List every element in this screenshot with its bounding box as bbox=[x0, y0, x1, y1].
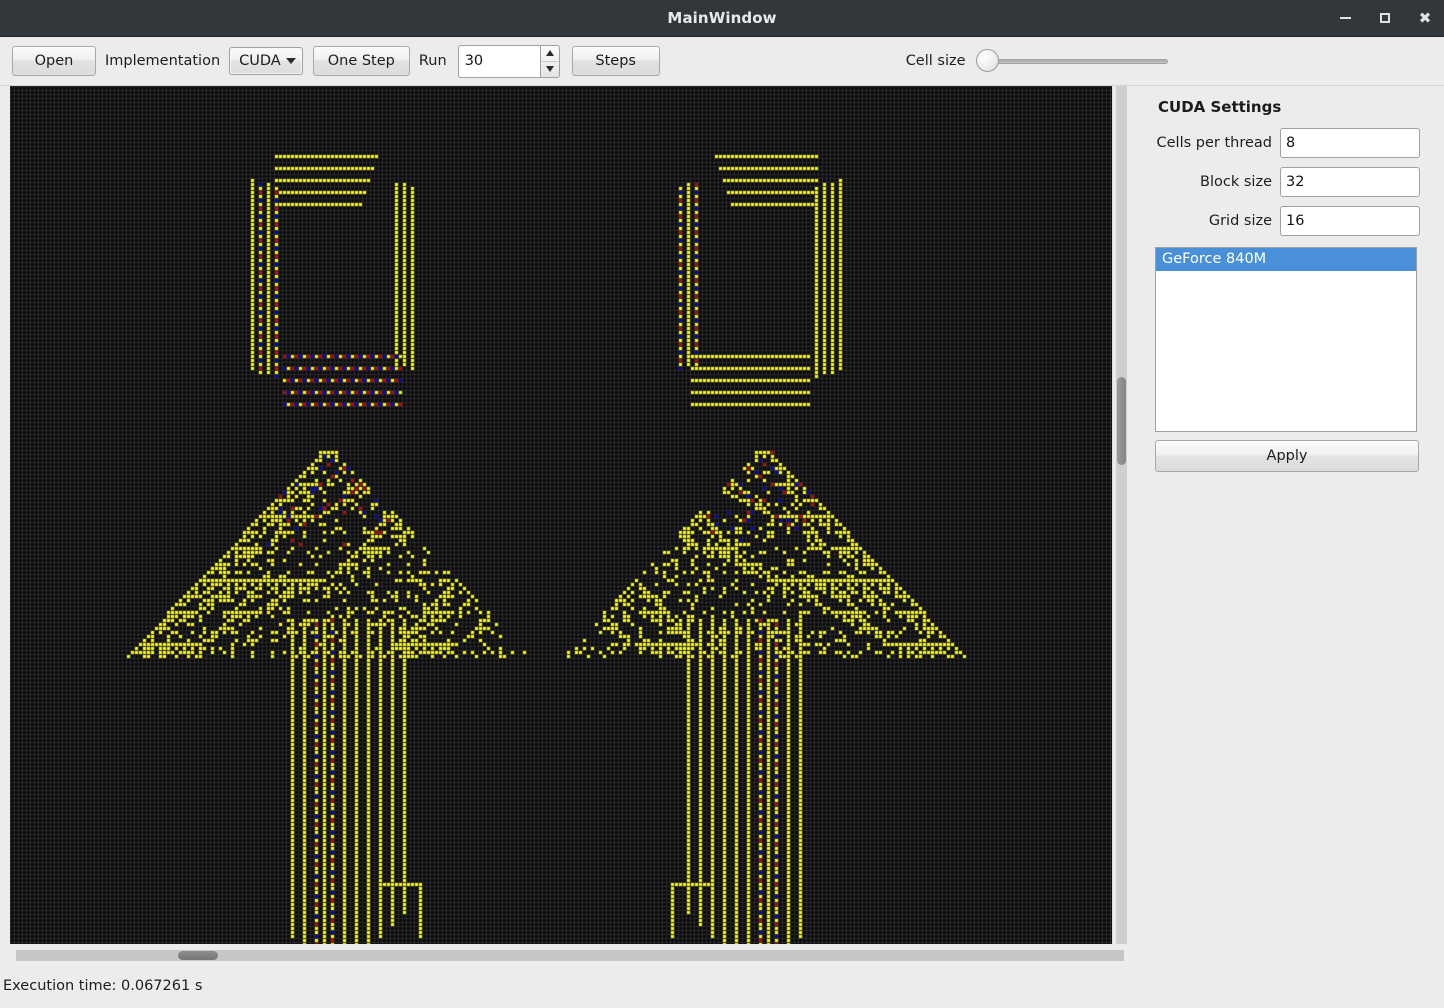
run-label: Run bbox=[418, 53, 447, 69]
canvas-area bbox=[0, 86, 1130, 964]
block-size-label: Block size bbox=[1200, 174, 1272, 190]
window-titlebar: MainWindow ✖ bbox=[0, 0, 1444, 37]
stepper-up-button[interactable] bbox=[540, 46, 559, 62]
window-title: MainWindow bbox=[667, 9, 777, 27]
automaton-cells bbox=[10, 86, 1110, 944]
triangle-down-icon bbox=[545, 66, 554, 72]
status-bar: Execution time: 0.067261 s bbox=[0, 964, 1444, 1008]
main-toolbar: Open Implementation CUDA One Step Run St… bbox=[0, 37, 1444, 86]
stepper-down-button[interactable] bbox=[541, 62, 559, 77]
vertical-scrollbar-track[interactable] bbox=[1116, 86, 1127, 944]
cells-per-thread-input[interactable] bbox=[1280, 128, 1420, 158]
close-button[interactable]: ✖ bbox=[1416, 9, 1434, 27]
cells-per-thread-label: Cells per thread bbox=[1156, 135, 1273, 151]
chevron-down-icon bbox=[285, 58, 296, 64]
run-steps-stepper[interactable] bbox=[539, 44, 560, 78]
maximize-icon bbox=[1380, 13, 1390, 23]
minimize-icon bbox=[1339, 17, 1351, 19]
cell-size-slider[interactable] bbox=[975, 49, 1168, 73]
cell-size-control: Cell size bbox=[906, 49, 1168, 73]
execution-time-label: Execution time: 0.067261 s bbox=[3, 978, 203, 994]
block-size-row: Block size bbox=[1141, 167, 1420, 197]
run-steps-input[interactable] bbox=[457, 44, 540, 78]
slider-handle[interactable] bbox=[975, 49, 999, 72]
run-steps-spinbox[interactable] bbox=[457, 44, 560, 78]
grid-size-label: Grid size bbox=[1208, 213, 1272, 229]
vertical-scrollbar-handle[interactable] bbox=[1117, 377, 1126, 465]
maximize-button[interactable] bbox=[1376, 9, 1394, 27]
canvas-row bbox=[10, 86, 1130, 944]
panel-title: CUDA Settings bbox=[1158, 98, 1282, 116]
steps-button[interactable]: Steps bbox=[571, 46, 660, 76]
implementation-select[interactable]: CUDA bbox=[229, 47, 303, 75]
implementation-label: Implementation bbox=[105, 53, 221, 69]
implementation-select-value: CUDA bbox=[239, 53, 281, 69]
cell-size-label: Cell size bbox=[905, 53, 966, 69]
one-step-button[interactable]: One Step bbox=[312, 46, 410, 76]
horizontal-scrollbar-handle[interactable] bbox=[178, 951, 218, 960]
triangle-up-icon bbox=[545, 50, 554, 56]
block-size-input[interactable] bbox=[1280, 167, 1420, 197]
slider-track bbox=[975, 59, 1168, 64]
canvas-vertical-scrollbar[interactable] bbox=[1112, 86, 1130, 944]
apply-button[interactable]: Apply bbox=[1155, 440, 1419, 472]
window-controls: ✖ bbox=[1336, 0, 1434, 36]
open-button[interactable]: Open bbox=[12, 46, 96, 76]
device-list-item[interactable]: GeForce 840M bbox=[1156, 248, 1416, 271]
minimize-button[interactable] bbox=[1336, 9, 1354, 27]
device-list[interactable]: GeForce 840M bbox=[1155, 247, 1417, 432]
main-content: CUDA Settings Cells per thread Block siz… bbox=[0, 86, 1444, 964]
cells-per-thread-row: Cells per thread bbox=[1141, 128, 1420, 158]
cuda-settings-panel: CUDA Settings Cells per thread Block siz… bbox=[1130, 86, 1444, 964]
close-icon: ✖ bbox=[1418, 8, 1432, 27]
grid-size-row: Grid size bbox=[1141, 206, 1420, 236]
automaton-canvas[interactable] bbox=[10, 86, 1112, 944]
canvas-horizontal-scrollbar[interactable] bbox=[10, 947, 1130, 964]
grid-size-input[interactable] bbox=[1280, 206, 1420, 236]
